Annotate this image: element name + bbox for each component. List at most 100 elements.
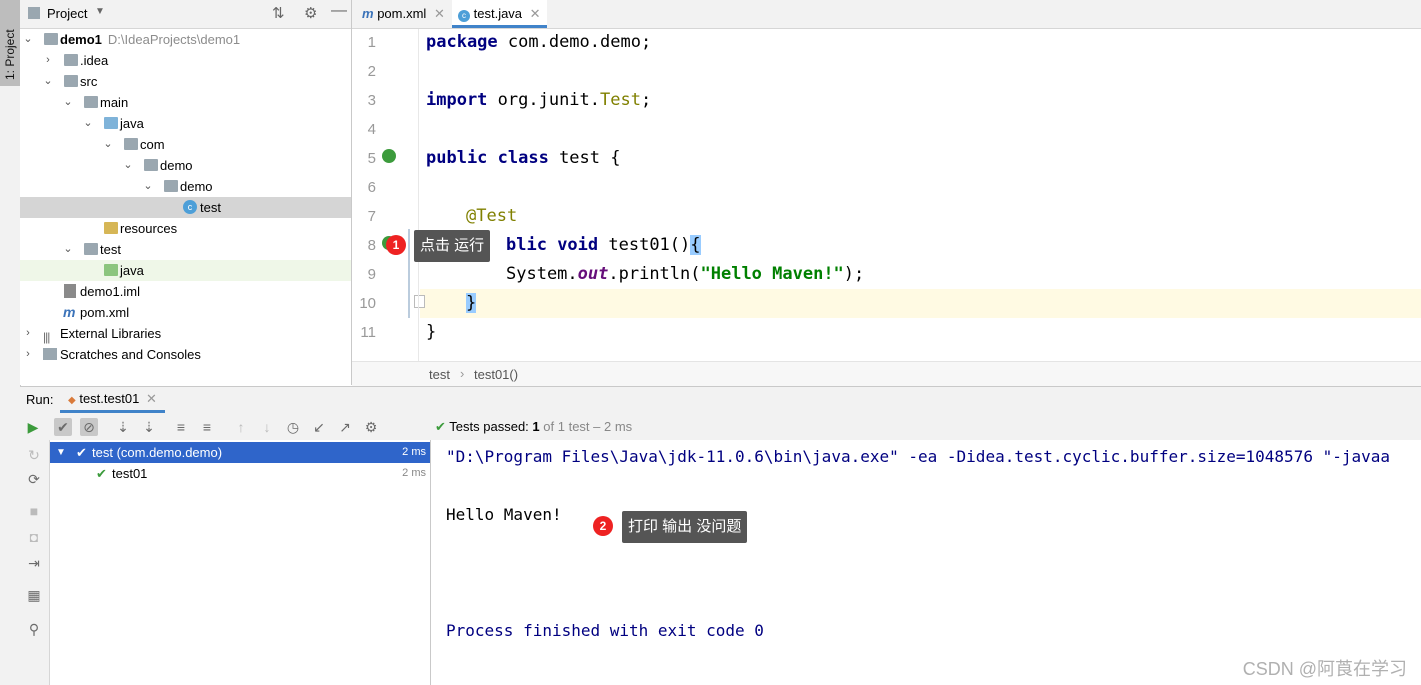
tree-item-java[interactable]: ⌄ java: [20, 113, 351, 134]
layout-icon[interactable]: ▦: [25, 586, 43, 604]
close-icon[interactable]: ✕: [146, 391, 157, 406]
rerun-icon[interactable]: ▶: [24, 418, 42, 436]
code-line-11[interactable]: }: [426, 322, 436, 342]
project-view-selector[interactable]: Project: [47, 6, 87, 21]
pin-icon[interactable]: ⚲: [25, 620, 43, 638]
tree-item-resources[interactable]: resources: [20, 218, 351, 239]
run-gutter-icon[interactable]: [382, 149, 396, 163]
tab-test-java[interactable]: c test.java ✕: [452, 0, 547, 28]
rerun-failed-icon[interactable]: ↻: [25, 446, 43, 464]
sort-alphabetically-icon[interactable]: ⇣: [114, 418, 132, 436]
code-line-10[interactable]: }: [466, 293, 477, 313]
code-line-5[interactable]: public class test {: [426, 148, 620, 168]
tree-item-main[interactable]: ⌄ main: [20, 92, 351, 113]
code-line-3[interactable]: import org.junit.Test;: [426, 90, 651, 110]
chevron-right-icon[interactable]: ›: [22, 344, 34, 365]
camera-icon[interactable]: ◘: [25, 528, 43, 546]
tree-item-demo1[interactable]: ⌄ demo1 D:\IdeaProjects\demo1: [20, 29, 351, 50]
next-failed-icon[interactable]: ↓: [258, 418, 276, 436]
tree-item-demo[interactable]: ⌄ demo: [20, 155, 351, 176]
collapse-all-icon[interactable]: ⇅: [272, 4, 285, 22]
test-case-time: 2 ms: [402, 467, 426, 479]
tree-item-label: test: [200, 200, 221, 215]
tree-item-src[interactable]: ⌄ src: [20, 71, 351, 92]
toggle-auto-test-icon[interactable]: ⟳: [25, 470, 43, 488]
tree-item-idea[interactable]: › .idea: [20, 50, 351, 71]
code-line-1[interactable]: package com.demo.demo;: [426, 32, 651, 52]
expand-all-icon[interactable]: ≡: [172, 418, 190, 436]
current-line-highlight: [420, 289, 1421, 318]
iml-file-icon: [64, 284, 76, 298]
test-suite-row[interactable]: ▼ ✔ test (com.demo.demo) 2 ms: [50, 442, 430, 463]
package-icon: [164, 180, 178, 192]
tree-item-test-class[interactable]: c test: [20, 197, 351, 218]
tree-item-com[interactable]: ⌄ com: [20, 134, 351, 155]
tool-window-stripe: 1: Project: [0, 0, 21, 685]
previous-failed-icon[interactable]: ↑: [232, 418, 250, 436]
chevron-down-icon[interactable]: ▼: [56, 442, 66, 463]
scratches-icon: [43, 348, 57, 360]
chevron-down-icon[interactable]: ⌄: [82, 113, 94, 134]
chevron-right-icon[interactable]: ›: [22, 323, 34, 344]
tree-item-test-java[interactable]: java: [20, 260, 351, 281]
line-number: 3: [367, 92, 376, 109]
java-class-icon: c: [183, 200, 197, 214]
run-tab-test-test01[interactable]: ◆ test.test01 ✕: [60, 387, 165, 413]
code-line-7[interactable]: @Test: [466, 206, 517, 226]
console-command: "D:\Program Files\Java\jdk-11.0.6\bin\ja…: [446, 447, 1391, 466]
maven-icon: m: [362, 6, 374, 21]
chevron-down-icon[interactable]: ⌄: [62, 239, 74, 260]
code-line-9[interactable]: System.out.println("Hello Maven!");: [506, 264, 864, 284]
tree-item-test-folder[interactable]: ⌄ test: [20, 239, 351, 260]
annotation-badge-2: 2: [593, 516, 613, 536]
test-case-row[interactable]: ✔ test01 2 ms: [50, 463, 430, 484]
test-history-icon[interactable]: ◷: [284, 418, 302, 436]
watermark: CSDN @阿莨在学习: [1242, 659, 1407, 679]
exit-icon[interactable]: ⇥: [25, 554, 43, 572]
minimize-icon[interactable]: —: [331, 2, 347, 20]
show-passed-icon[interactable]: ✔: [54, 418, 72, 436]
tree-item-scratches[interactable]: › Scratches and Consoles: [20, 344, 351, 365]
maven-icon: m: [63, 304, 76, 320]
gear-icon[interactable]: ⚙: [304, 4, 317, 22]
stop-icon[interactable]: ■: [25, 502, 43, 520]
export-tests-icon[interactable]: ↗: [336, 418, 354, 436]
chevron-down-icon[interactable]: ⌄: [102, 134, 114, 155]
tree-item-label: test: [100, 242, 121, 257]
project-tool-tab[interactable]: 1: Project: [0, 0, 20, 86]
tree-item-demo-inner[interactable]: ⌄ demo: [20, 176, 351, 197]
chevron-right-icon[interactable]: ›: [42, 50, 54, 71]
show-ignored-icon[interactable]: ⊘: [80, 418, 98, 436]
tree-item-pom[interactable]: m pom.xml: [20, 302, 351, 323]
import-tests-icon[interactable]: ↙: [310, 418, 328, 436]
tab-pom-xml[interactable]: m pom.xml ✕: [356, 0, 451, 28]
line-number: 8: [367, 237, 376, 254]
tree-item-label: demo: [180, 179, 213, 194]
chevron-down-icon[interactable]: ⌄: [122, 155, 134, 176]
line-number: 7: [367, 208, 376, 225]
collapse-all-icon[interactable]: ≡: [198, 418, 216, 436]
sort-by-duration-icon[interactable]: ⇣: [140, 418, 158, 436]
tree-item-iml[interactable]: demo1.iml: [20, 281, 351, 302]
chevron-down-icon[interactable]: ⌄: [142, 176, 154, 197]
chevron-down-icon[interactable]: ⌄: [62, 92, 74, 113]
status-suffix: of 1 test – 2 ms: [543, 419, 633, 434]
fold-icon[interactable]: [414, 295, 425, 308]
tree-item-label: main: [100, 95, 129, 110]
chevron-down-icon[interactable]: ▼: [95, 6, 105, 17]
breadcrumb-item-class[interactable]: test: [429, 367, 450, 382]
folder-icon: [84, 243, 98, 255]
close-icon[interactable]: ✕: [530, 6, 541, 21]
chevron-down-icon[interactable]: ⌄: [42, 71, 54, 92]
change-marker: [408, 229, 410, 318]
close-icon[interactable]: ✕: [434, 6, 445, 21]
chevron-down-icon[interactable]: ⌄: [22, 29, 34, 50]
breadcrumb: test › test01(): [352, 361, 1421, 386]
tree-item-external-libraries[interactable]: › ||| External Libraries: [20, 323, 351, 344]
gear-icon[interactable]: ⚙: [362, 418, 380, 436]
breadcrumb-item-method[interactable]: test01(): [474, 367, 518, 382]
status-prefix: Tests passed:: [449, 419, 529, 434]
console-output[interactable]: "D:\Program Files\Java\jdk-11.0.6\bin\ja…: [431, 440, 1421, 685]
resources-folder-icon: [104, 222, 118, 234]
code-line-8[interactable]: blic void test01(){: [506, 235, 701, 255]
